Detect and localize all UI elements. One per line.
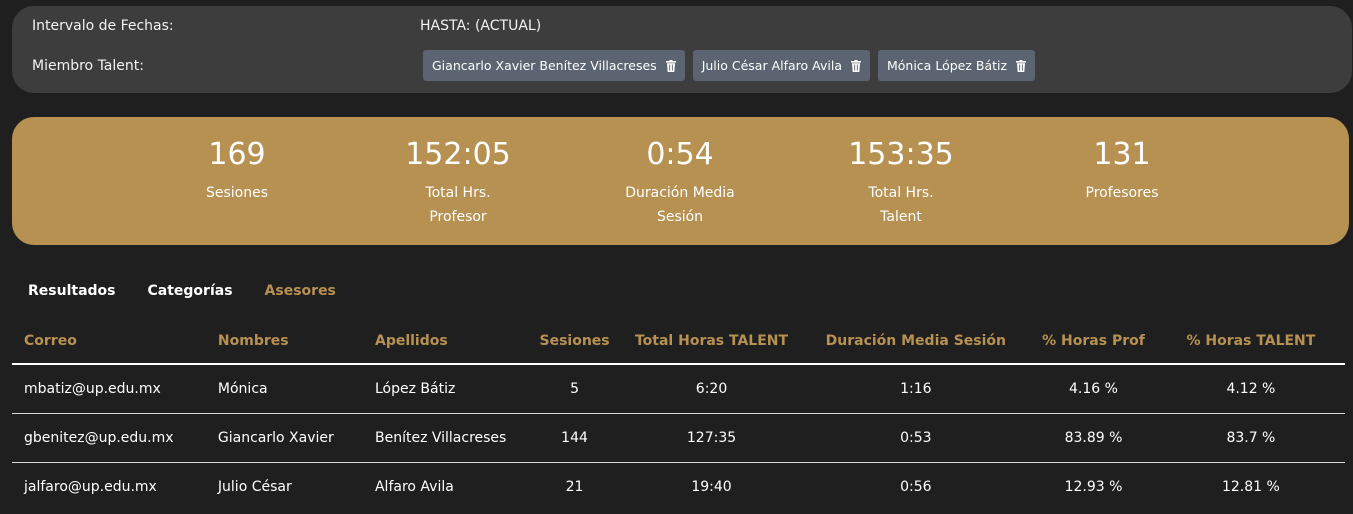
cell-email: jalfaro@up.edu.mx <box>24 478 157 495</box>
stat-label: Sesiones <box>205 185 269 201</box>
cell-percent-hours-talent: 83.7 % <box>1156 413 1345 463</box>
member-chip-label: Julio César Alfaro Avila <box>701 58 842 73</box>
table-row: mbatiz@up.edu.mx Mónica López Bátiz 5 6:… <box>12 364 1345 414</box>
stat-label: Total Hrs. Talent <box>868 185 934 225</box>
stat-label: Profesores <box>1085 185 1159 201</box>
summary-panel: 169 Sesiones 152:05 Total Hrs. Profesor 0… <box>12 117 1349 245</box>
trash-icon[interactable] <box>1016 59 1027 72</box>
trash-icon[interactable] <box>665 59 676 72</box>
tab-categories[interactable]: Categorías <box>148 283 233 299</box>
member-chip-label: Mónica López Bátiz <box>886 58 1008 73</box>
advisors-table: Correo Nombres Apellidos Sesiones Total … <box>12 318 1345 511</box>
cell-percent-hours-prof: 83.89 % <box>1030 413 1157 463</box>
column-header[interactable]: Correo <box>12 318 206 365</box>
stat-sessions: 169 Sesiones <box>137 135 337 205</box>
cell-average-duration: 1:16 <box>801 364 1031 414</box>
trash-icon[interactable] <box>850 59 861 72</box>
column-header[interactable]: Total Horas TALENT <box>621 318 802 365</box>
filters-panel: Intervalo de Fechas: HASTA: (ACTUAL) Mie… <box>12 6 1352 93</box>
stat-label: Duración Media Sesión <box>625 185 735 225</box>
stat-value: 131 <box>1093 137 1151 172</box>
tab-results[interactable]: Resultados <box>28 283 116 299</box>
table-row: jalfaro@up.edu.mx Julio César Alfaro Avi… <box>12 462 1345 511</box>
column-header[interactable]: % Horas Prof <box>1030 318 1157 365</box>
stat-value: 152:05 <box>405 137 511 172</box>
member-chip[interactable]: Giancarlo Xavier Benítez Villacreses <box>423 50 685 81</box>
cell-sessions: 5 <box>527 364 622 414</box>
cell-surnames: Benítez Villacreses <box>362 413 528 463</box>
cell-surnames: López Bátiz <box>362 364 528 414</box>
column-header[interactable]: Duración Media Sesión <box>801 318 1031 365</box>
cell-sessions: 144 <box>527 413 622 463</box>
column-header[interactable]: Sesiones <box>527 318 622 365</box>
stat-value: 153:35 <box>848 137 954 172</box>
cell-surnames: Alfaro Avila <box>374 478 454 495</box>
stat-total-hours-professor: 152:05 Total Hrs. Profesor <box>358 135 558 229</box>
date-range-value[interactable]: HASTA: (ACTUAL) <box>420 18 541 34</box>
stat-value: 169 <box>208 137 266 172</box>
cell-average-duration: 0:56 <box>900 478 932 495</box>
stat-label: Total Hrs. Profesor <box>425 185 491 225</box>
cell-percent-hours-talent: 12.81 % <box>1221 478 1280 495</box>
column-header[interactable]: % Horas TALENT <box>1156 318 1345 365</box>
cell-average-duration: 0:53 <box>801 413 1031 463</box>
column-header[interactable]: Apellidos <box>362 318 528 365</box>
cell-email: gbenitez@up.edu.mx <box>12 413 206 463</box>
stat-total-hours-talent: 153:35 Total Hrs. Talent <box>801 135 1001 229</box>
cell-percent-hours-prof: 12.93 % <box>1064 478 1123 495</box>
table-row: gbenitez@up.edu.mx Giancarlo Xavier Bení… <box>12 413 1345 463</box>
member-chip[interactable]: Julio César Alfaro Avila <box>692 50 870 81</box>
cell-percent-hours-talent: 4.12 % <box>1156 364 1345 414</box>
cell-total-hours-talent: 127:35 <box>621 413 802 463</box>
stat-professors: 131 Profesores <box>1022 135 1222 205</box>
cell-names: Mónica <box>205 364 363 414</box>
member-chips: Giancarlo Xavier Benítez Villacreses Jul… <box>423 50 1036 81</box>
cell-names: Julio César <box>217 478 292 495</box>
table-header-row: Correo Nombres Apellidos Sesiones Total … <box>12 318 1345 365</box>
stat-value: 0:54 <box>646 137 714 172</box>
member-chip[interactable]: Mónica López Bátiz <box>877 50 1036 81</box>
tab-bar: Resultados Categorías Asesores <box>28 283 368 299</box>
member-label: Miembro Talent: <box>32 58 144 74</box>
cell-sessions: 21 <box>565 478 584 495</box>
tab-advisors[interactable]: Asesores <box>265 283 336 299</box>
column-header[interactable]: Nombres <box>205 318 363 365</box>
cell-email: mbatiz@up.edu.mx <box>12 364 206 414</box>
cell-total-hours-talent: 19:40 <box>691 478 732 495</box>
stat-average-duration: 0:54 Duración Media Sesión <box>580 135 780 229</box>
date-range-label: Intervalo de Fechas: <box>32 18 174 34</box>
member-chip-label: Giancarlo Xavier Benítez Villacreses <box>432 58 657 73</box>
cell-names: Giancarlo Xavier <box>205 413 363 463</box>
cell-total-hours-talent: 6:20 <box>621 364 802 414</box>
cell-percent-hours-prof: 4.16 % <box>1030 364 1157 414</box>
